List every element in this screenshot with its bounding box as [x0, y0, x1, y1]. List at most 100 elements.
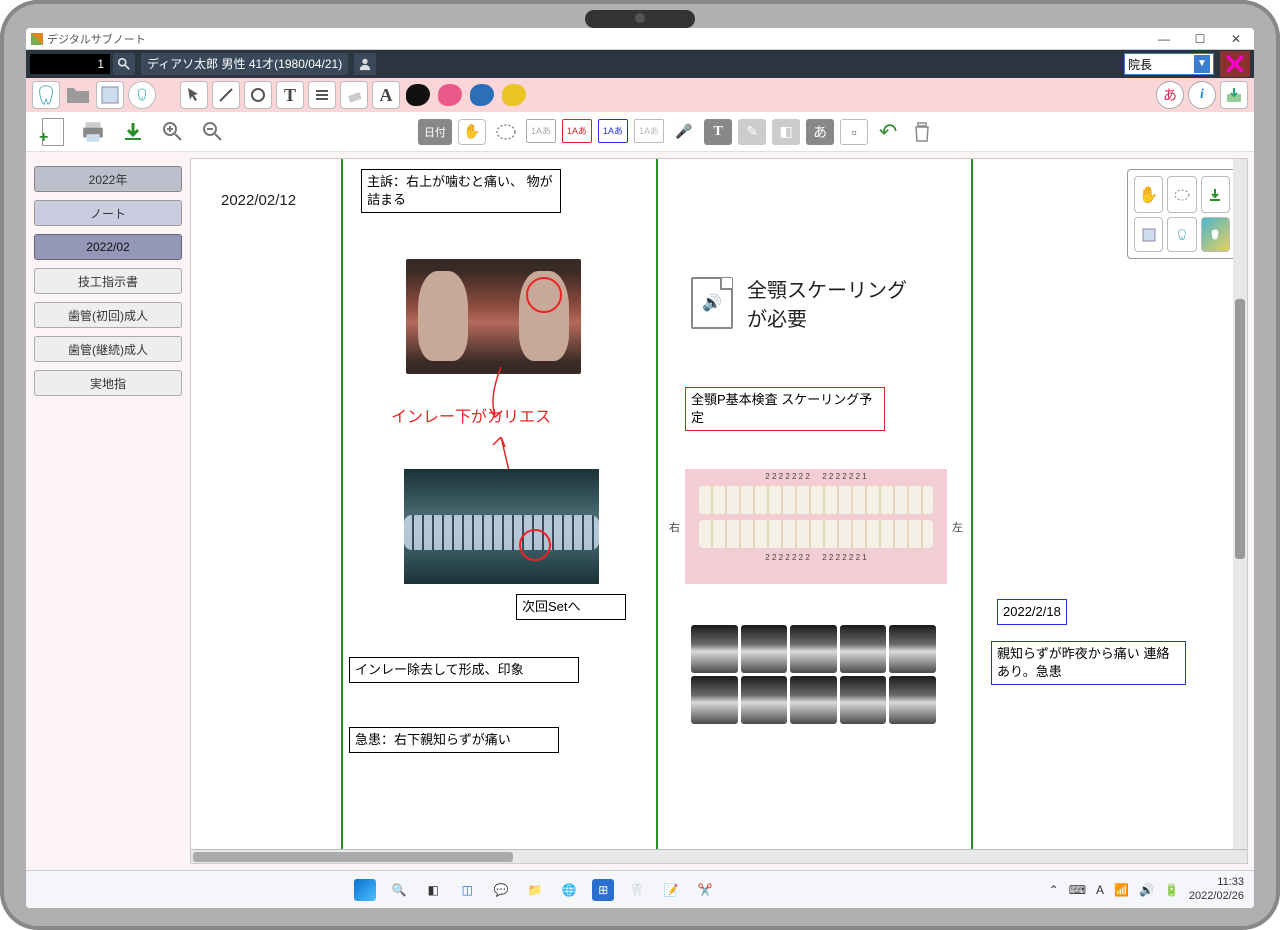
window-title: デジタルサブノート: [47, 31, 146, 47]
new-page-button[interactable]: +: [38, 117, 68, 147]
patient-id-field[interactable]: 1: [30, 54, 110, 74]
ink-blue[interactable]: [468, 81, 496, 109]
sidebar-item-2[interactable]: 2022/02: [34, 234, 182, 260]
zoom-in-button[interactable]: [158, 117, 188, 147]
inlay-remove-box[interactable]: インレー除去して形成、印象: [349, 657, 579, 683]
entry-date-2[interactable]: 2022/2/18: [997, 599, 1067, 625]
task-view-icon[interactable]: ◧: [422, 879, 444, 901]
note-canvas[interactable]: 2022/02/12 主訴：右上が噛むと痛い、 物が詰まる インレー下がカリエス…: [191, 159, 1247, 863]
edge-icon[interactable]: 🌐: [558, 879, 580, 901]
ink-black[interactable]: [404, 81, 432, 109]
app-close-button[interactable]: [1220, 51, 1250, 77]
keyboard-icon[interactable]: ⌨: [1069, 883, 1086, 897]
palette-lasso-button[interactable]: [1167, 176, 1196, 213]
sidebar-item-0[interactable]: 2022年: [34, 166, 182, 192]
column-divider: [341, 159, 343, 851]
vertical-scrollbar[interactable]: [1233, 159, 1247, 849]
annotation-circle: [526, 277, 562, 313]
eraser-small-button[interactable]: ◧: [772, 119, 800, 145]
ink-pink[interactable]: [436, 81, 464, 109]
export-button[interactable]: [1220, 81, 1248, 109]
app-snip-icon[interactable]: ✂️: [694, 879, 716, 901]
lasso-tool-button[interactable]: [492, 119, 520, 145]
pointer-tool[interactable]: [180, 81, 208, 109]
eraser-tool[interactable]: [340, 81, 368, 109]
wisdom-tooth-box[interactable]: 親知らずが昨夜から痛い 連絡あり。急患: [991, 641, 1186, 685]
app-note-icon[interactable]: 📝: [660, 879, 682, 901]
text-size-2[interactable]: 1Aあ: [562, 119, 592, 143]
store-icon[interactable]: ⊞: [592, 879, 614, 901]
print-button[interactable]: [78, 117, 108, 147]
zoom-out-button[interactable]: [198, 117, 228, 147]
sidebar-item-5[interactable]: 歯管(継続)成人: [34, 336, 182, 362]
teeth-chart[interactable]: 2 2 2 2 2 2 2 2 2 2 2 2 2 1 2 2 2 2 2 2 …: [685, 469, 947, 584]
chat-icon[interactable]: 💬: [490, 879, 512, 901]
maximize-button[interactable]: ☐: [1182, 28, 1218, 50]
info-button[interactable]: i: [1188, 81, 1216, 109]
text-tool[interactable]: T: [276, 81, 304, 109]
ime-hand-button[interactable]: あ: [806, 119, 834, 145]
palette-tooth-outline-button[interactable]: [1167, 217, 1196, 252]
download-button[interactable]: [118, 117, 148, 147]
panorama-xray[interactable]: [404, 469, 599, 584]
emergency-box[interactable]: 急患：右下親知らずが痛い: [349, 727, 559, 753]
palette-download-button[interactable]: [1201, 176, 1230, 213]
start-button[interactable]: [354, 879, 376, 901]
date-stamp-button[interactable]: 日付: [418, 119, 452, 145]
image-insert-button[interactable]: ▫: [840, 119, 868, 145]
search-button[interactable]: [113, 53, 135, 75]
freehand-button[interactable]: ✎: [738, 119, 766, 145]
tooth-circle-button[interactable]: [128, 81, 156, 109]
battery-icon[interactable]: 🔋: [1164, 883, 1179, 897]
intraoral-photo[interactable]: [406, 259, 581, 374]
trash-button[interactable]: [908, 119, 936, 145]
lines-tool[interactable]: [308, 81, 336, 109]
app-tooth-icon[interactable]: 🦷: [626, 879, 648, 901]
undo-button[interactable]: ↶: [874, 119, 902, 145]
role-select[interactable]: 院長 ▼: [1124, 53, 1214, 75]
font-tool[interactable]: A: [372, 81, 400, 109]
notepad-button[interactable]: [96, 81, 124, 109]
text-size-3[interactable]: 1Aあ: [598, 119, 628, 143]
taskbar-search-icon[interactable]: 🔍: [388, 879, 410, 901]
clock[interactable]: 11:33 2022/02/26: [1189, 876, 1244, 902]
canvas-container: 2022/02/12 主訴：右上が噛むと痛い、 物が詰まる インレー下がカリエス…: [190, 158, 1248, 864]
folder-open-button[interactable]: [64, 81, 92, 109]
minimize-button[interactable]: —: [1146, 28, 1182, 50]
palette-hand-button[interactable]: ✋: [1134, 176, 1163, 213]
volume-icon[interactable]: 🔊: [1139, 883, 1154, 897]
ime-toggle-button[interactable]: あ: [1156, 81, 1184, 109]
wifi-icon[interactable]: 📶: [1114, 883, 1129, 897]
horizontal-scrollbar[interactable]: [191, 849, 1247, 863]
text-size-4[interactable]: 1Aあ: [634, 119, 664, 143]
exam-plan-box[interactable]: 全顎P基本検査 スケーリング予定: [685, 387, 885, 431]
audio-note[interactable]: 🔊 全顎スケーリング が必要: [691, 274, 907, 332]
floating-tool-palette[interactable]: ✋: [1127, 169, 1237, 259]
annotation-circle: [519, 529, 551, 561]
text-size-1[interactable]: 1Aあ: [526, 119, 556, 143]
explorer-icon[interactable]: 📁: [524, 879, 546, 901]
patient-portrait-button[interactable]: [354, 53, 376, 75]
sidebar-item-3[interactable]: 技工指示書: [34, 268, 182, 294]
tray-chevron-icon[interactable]: ⌃: [1049, 883, 1059, 897]
palette-note-button[interactable]: [1134, 217, 1163, 252]
window-close-button[interactable]: ✕: [1218, 28, 1254, 50]
circle-tool[interactable]: [244, 81, 272, 109]
widgets-icon[interactable]: ◫: [456, 879, 478, 901]
ime-a-icon[interactable]: A: [1096, 883, 1104, 897]
audio-file-icon: 🔊: [691, 277, 733, 329]
windows-taskbar: 🔍 ◧ ◫ 💬 📁 🌐 ⊞ 🦷 📝 ✂️ ⌃ ⌨ A 📶 🔊 🔋 11:33: [26, 870, 1254, 908]
next-set-box[interactable]: 次回Setへ: [516, 594, 626, 620]
sidebar-item-4[interactable]: 歯管(初回)成人: [34, 302, 182, 328]
tooth-color-button[interactable]: [32, 81, 60, 109]
palette-tooth-color-button[interactable]: [1201, 217, 1230, 252]
ink-yellow[interactable]: [500, 81, 528, 109]
hand-tool-button[interactable]: ✋: [458, 119, 486, 145]
sidebar-item-1[interactable]: ノート: [34, 200, 182, 226]
sidebar-item-6[interactable]: 実地指: [34, 370, 182, 396]
dental-xray-grid[interactable]: [691, 625, 936, 725]
mic-button[interactable]: 🎤: [670, 119, 698, 145]
text-stamp-button[interactable]: T: [704, 119, 732, 145]
line-tool[interactable]: [212, 81, 240, 109]
chief-complaint-box[interactable]: 主訴：右上が噛むと痛い、 物が詰まる: [361, 169, 561, 213]
